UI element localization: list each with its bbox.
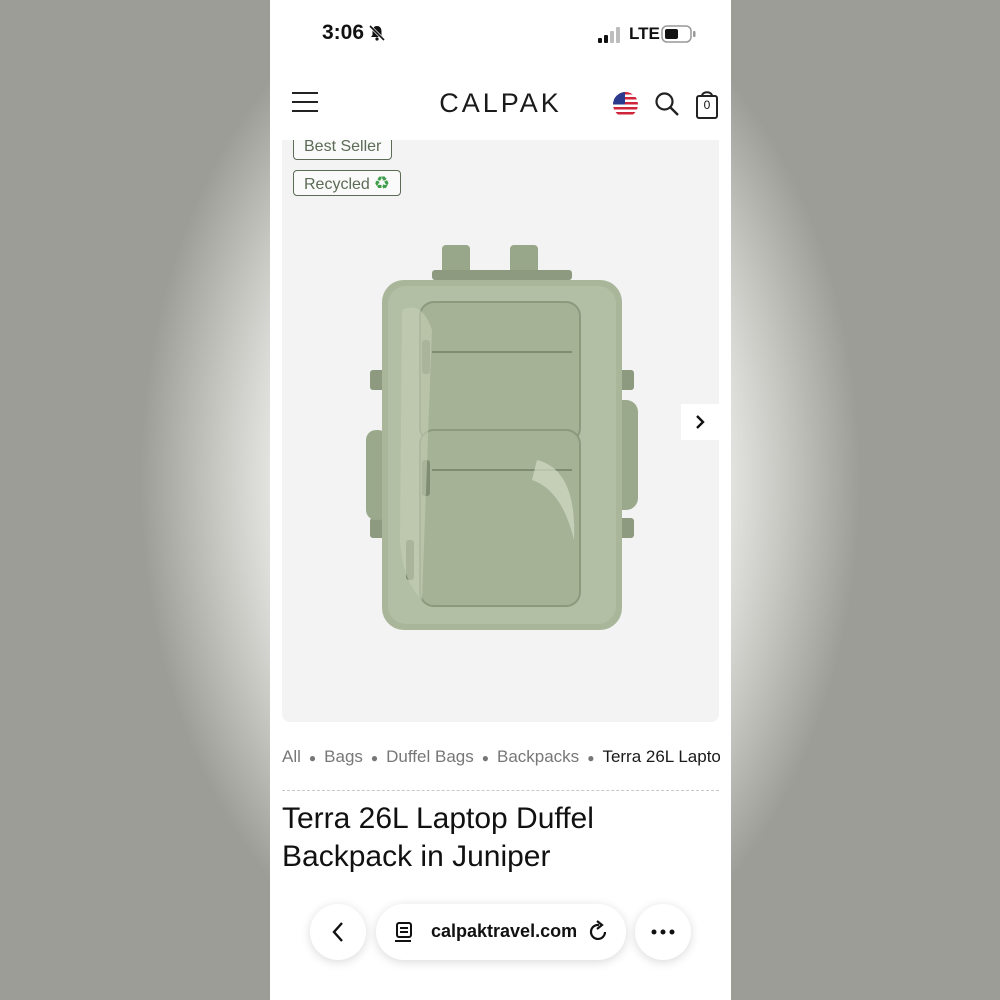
breadcrumb-bags[interactable]: Bags	[324, 747, 363, 766]
battery-icon	[661, 25, 696, 43]
url-text[interactable]: calpaktravel.com	[431, 921, 577, 942]
chevron-right-icon	[696, 415, 705, 429]
network-label: LTE	[629, 24, 660, 43]
bell-muted-icon	[368, 24, 386, 42]
address-bar[interactable]: calpaktravel.com	[376, 904, 626, 960]
more-icon	[651, 929, 675, 935]
breadcrumb-current: Terra 26L Laptop Duffel Backpack in Juni…	[602, 747, 720, 766]
recycle-icon: ♻	[373, 173, 390, 193]
cart-count: 0	[703, 98, 711, 112]
breadcrumb-backpacks[interactable]: Backpacks	[497, 747, 579, 766]
best-seller-label: Best Seller	[304, 140, 382, 155]
breadcrumb-all[interactable]: All	[282, 747, 301, 766]
next-image-button[interactable]	[681, 404, 719, 440]
chevron-left-icon	[332, 922, 343, 942]
shopping-bag-icon[interactable]: 0	[695, 88, 719, 120]
recycled-label: Recycled	[304, 176, 370, 193]
breadcrumb-duffel-bags[interactable]: Duffel Bags	[386, 747, 474, 766]
divider	[282, 790, 719, 791]
product-title: Terra 26L Laptop Duffel Backpack in Juni…	[282, 802, 594, 873]
signal-icon	[598, 27, 620, 43]
breadcrumb: All ● Bags ● Duffel Bags ● Backpacks ● Terra 26L…	[282, 747, 720, 767]
us-flag-icon[interactable]	[613, 92, 638, 117]
search-icon[interactable]	[654, 91, 680, 117]
browser-back-button[interactable]	[310, 904, 366, 960]
product-gallery[interactable]: Best Seller Recycled ♻	[282, 140, 719, 722]
page-menu-icon[interactable]	[394, 921, 416, 943]
status-time: 3:06	[322, 21, 365, 44]
recycled-badge: Recycled ♻	[293, 170, 401, 196]
breadcrumb-separator: ●	[481, 750, 489, 765]
breadcrumb-separator: ●	[587, 750, 595, 765]
product-image	[366, 245, 638, 630]
breadcrumb-separator: ●	[308, 750, 317, 765]
more-options-button[interactable]	[635, 904, 691, 960]
phone-screen: 3:06 LTE CALPAK 0 Best Seller Recycled ♻…	[270, 0, 731, 1000]
best-seller-badge: Best Seller	[293, 140, 393, 160]
reload-icon[interactable]	[586, 920, 610, 944]
breadcrumb-separator: ●	[370, 750, 379, 765]
